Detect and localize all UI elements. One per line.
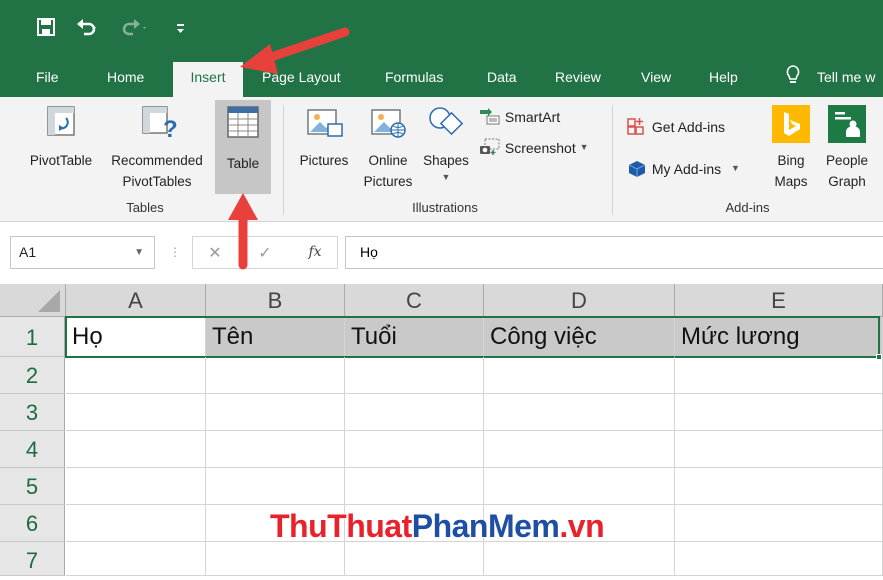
arrow-to-insert-tab — [240, 27, 350, 74]
annotation-arrows — [228, 27, 350, 270]
arrow-to-table-button — [228, 193, 258, 270]
